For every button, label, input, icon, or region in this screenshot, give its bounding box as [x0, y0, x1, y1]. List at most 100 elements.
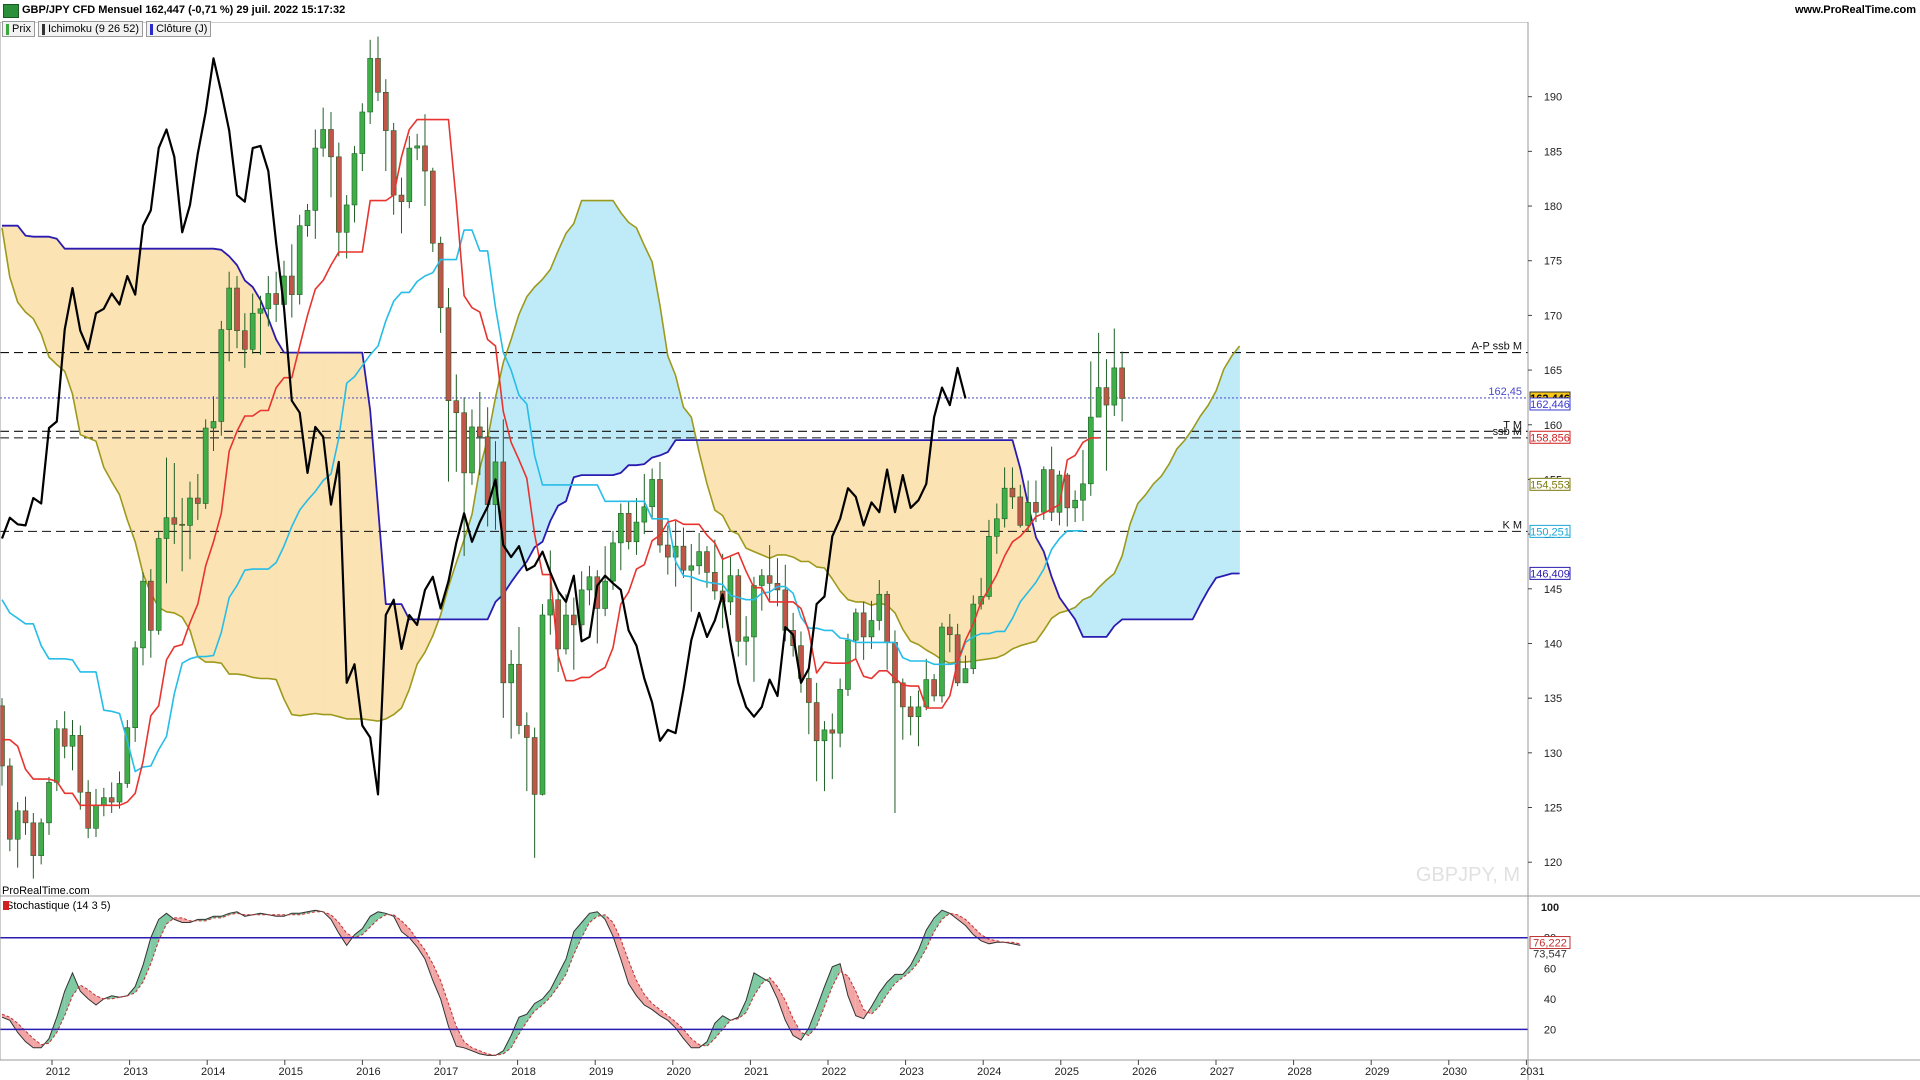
candle-body	[1111, 367, 1118, 406]
candle-body	[132, 647, 138, 728]
cloud-segment	[628, 221, 637, 466]
stochastic-fill	[785, 1000, 794, 1036]
x-tick-label: 2022	[822, 1066, 846, 1078]
x-tick-label: 2029	[1365, 1066, 1389, 1078]
stochastic-fill	[871, 992, 880, 1015]
candle-body	[367, 58, 373, 113]
stochastic-fill	[150, 919, 159, 964]
cloud-segment	[1176, 439, 1186, 620]
candle-body	[837, 689, 843, 734]
cloud-segment	[902, 439, 911, 643]
candle-body	[359, 111, 366, 154]
cloud-segment	[894, 439, 904, 630]
x-tick-label: 2020	[667, 1066, 691, 1078]
cloud-segment	[354, 352, 363, 720]
x-tick-label: 2028	[1287, 1066, 1311, 1078]
stochastic-y-tick: 100	[1541, 902, 1559, 914]
stochastic-value-label: 73,547	[1533, 949, 1567, 961]
cloud-segment	[832, 439, 841, 592]
candle-body	[539, 614, 546, 795]
candle-body	[398, 194, 405, 202]
stochastic-fill	[691, 1038, 700, 1048]
cloud-segment	[565, 222, 575, 502]
price-label: 158,856	[1530, 432, 1570, 444]
cloud-segment	[1161, 463, 1170, 620]
candle-body	[602, 580, 608, 609]
candle-body	[704, 551, 710, 573]
candle-body	[54, 728, 60, 783]
cloud-segment	[424, 619, 434, 653]
candle-body	[101, 797, 107, 806]
stochastic-fill	[887, 974, 895, 995]
price-axis-bg	[1528, 22, 1920, 1060]
candle-body	[108, 797, 115, 803]
candle-body	[140, 580, 146, 649]
watermark-small: ProRealTime.com	[2, 885, 90, 897]
candle-body	[14, 810, 21, 840]
cloud-segment	[1098, 579, 1107, 638]
candle-body	[508, 663, 514, 684]
candle-body	[625, 513, 632, 543]
x-tick-label: 2013	[123, 1066, 147, 1078]
candle-body	[187, 497, 193, 526]
candle-body	[939, 626, 945, 697]
cloud-segment	[534, 278, 543, 548]
candle-body	[547, 599, 554, 616]
stochastic-y-tick: 40	[1544, 994, 1556, 1006]
candle-body	[962, 668, 969, 684]
stochastic-fill	[432, 963, 441, 999]
cloud-segment	[1192, 415, 1201, 620]
candle-body	[633, 521, 640, 543]
stochastic-fill	[88, 989, 96, 1005]
candle-body	[7, 765, 13, 840]
cloud-segment	[181, 248, 191, 632]
candle-body	[1017, 496, 1024, 526]
candle-body	[469, 426, 475, 474]
cloud-segment	[816, 439, 825, 569]
cloud-segment	[604, 200, 614, 476]
cloud-segment	[918, 439, 927, 651]
cloud-segment	[839, 439, 849, 601]
cloud-segment	[1200, 404, 1209, 605]
cloud-segment	[346, 352, 355, 720]
cloud-segment	[1168, 448, 1178, 620]
candle-body	[171, 517, 178, 525]
cloud-segment	[1004, 439, 1013, 655]
y-tick-label: 190	[1544, 92, 1562, 104]
x-tick-label: 2015	[279, 1066, 303, 1078]
candle-body	[202, 427, 209, 504]
cloud-segment	[1215, 368, 1225, 579]
cloud-segment	[103, 248, 112, 482]
cloud-segment	[330, 352, 340, 718]
watermark-big: GBPJPY, M	[1416, 864, 1520, 886]
cloud-segment	[1145, 483, 1154, 620]
cloud-segment	[753, 439, 763, 556]
cloud-segment	[95, 248, 105, 468]
x-tick-label: 2026	[1132, 1066, 1156, 1078]
x-tick-label: 2018	[511, 1066, 535, 1078]
candle-body	[273, 293, 279, 305]
candle-body	[312, 147, 319, 211]
cloud-segment	[910, 439, 919, 645]
x-tick-label: 2023	[899, 1066, 923, 1078]
candle-body	[946, 626, 953, 636]
candle-body	[868, 620, 875, 638]
candle-body	[163, 517, 170, 539]
cloud-segment	[1082, 596, 1092, 638]
candle-body	[1001, 487, 1008, 520]
y-tick-label: 165	[1544, 365, 1562, 377]
candle-body	[22, 810, 29, 824]
price-chart[interactable]: A-P ssb MT Mssb MK M162,45ProRealTime.co…	[0, 0, 1920, 1080]
price-label: 154,553	[1530, 479, 1570, 491]
cloud-segment	[738, 439, 747, 549]
cloud-segment	[597, 200, 606, 476]
x-tick-label: 2014	[201, 1066, 225, 1078]
candle-body	[821, 729, 828, 742]
candle-body	[641, 506, 648, 523]
cloud-segment	[886, 439, 896, 614]
cloud-segment	[996, 439, 1005, 659]
candle-body	[61, 728, 68, 747]
cloud-segment	[761, 439, 770, 559]
cloud-segment	[879, 439, 888, 606]
cloud-segment	[730, 439, 739, 535]
